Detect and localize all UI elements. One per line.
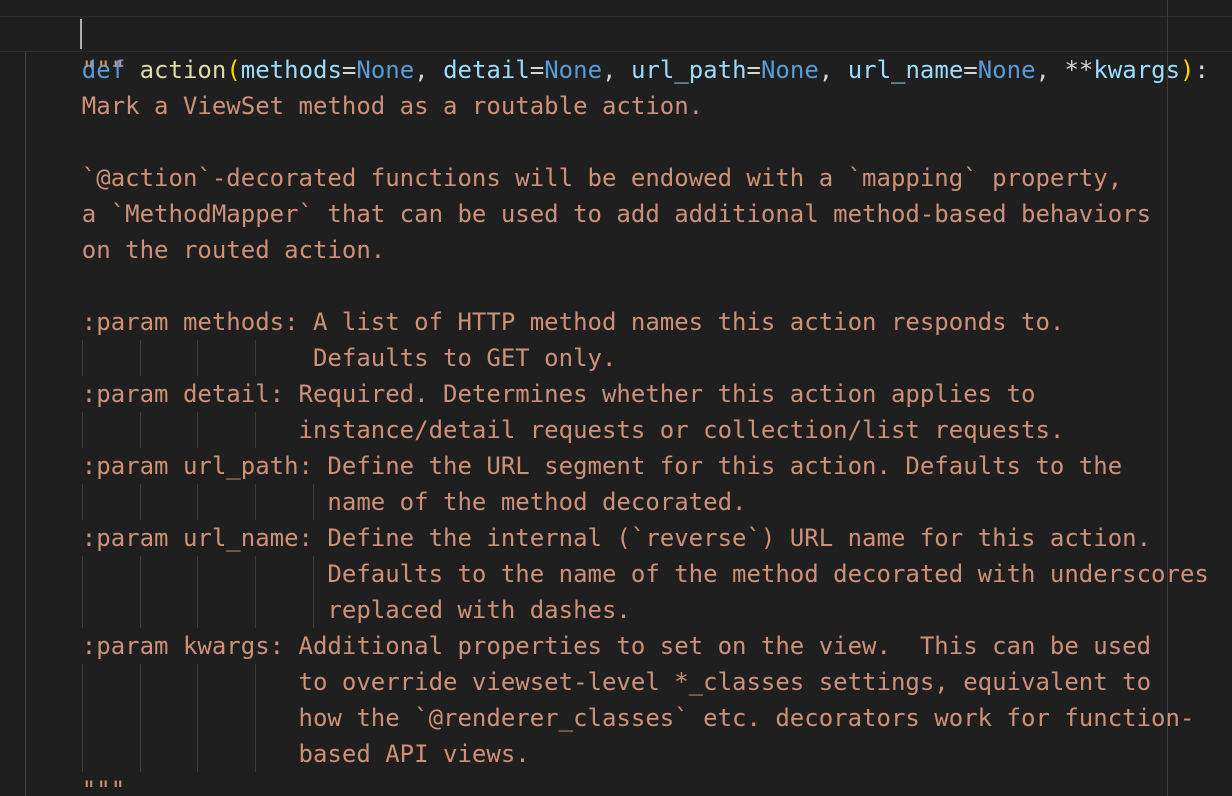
kwargs-param[interactable]: kwargs (1093, 56, 1180, 84)
param-detail[interactable]: detail (443, 56, 530, 84)
column-ruler (1167, 0, 1168, 796)
kwargs-operator: ** (1064, 56, 1094, 84)
colon: : (1194, 56, 1209, 84)
docstring-line[interactable]: on the routed action. (24, 232, 385, 268)
default-value: None (760, 56, 819, 84)
docstring-line[interactable]: :param methods: A list of HTTP method na… (24, 304, 1065, 340)
docstring-line[interactable]: `@action`-decorated functions will be en… (24, 160, 1122, 196)
docstring-line[interactable]: replaced with dashes. (24, 592, 630, 628)
docstring-line[interactable]: based API views. (24, 736, 530, 772)
default-value: None (544, 56, 603, 84)
docstring-line[interactable]: :param detail: Required. Determines whet… (24, 376, 1036, 412)
docstring-line[interactable]: :param url_path: Define the URL segment … (24, 448, 1122, 484)
signature-params: methods=None, detail=None, url_path=None… (241, 56, 1065, 84)
equals-operator: = (963, 56, 978, 84)
text-cursor (80, 19, 82, 49)
docstring-line[interactable]: """ (24, 52, 125, 88)
docstring-line[interactable]: Mark a ViewSet method as a routable acti… (24, 88, 703, 124)
param-url-path[interactable]: url_path (631, 56, 747, 84)
default-value: None (977, 56, 1036, 84)
code-line-signature[interactable]: def action(methods=None, detail=None, ur… (24, 16, 1209, 84)
equals-operator: = (746, 56, 761, 84)
docstring-line[interactable]: Defaults to GET only. (24, 340, 616, 376)
docstring-line[interactable]: :param kwargs: Additional properties to … (24, 628, 1151, 664)
param-methods[interactable]: methods (241, 56, 342, 84)
open-paren: ( (226, 56, 241, 84)
close-paren: ) (1180, 56, 1195, 84)
docstring-line[interactable]: """ (24, 772, 125, 796)
docstring-line[interactable]: name of the method decorated. (24, 484, 746, 520)
docstring-line[interactable]: a `MethodMapper` that can be used to add… (24, 196, 1151, 232)
param-separator: , (818, 56, 848, 84)
function-name[interactable]: action (140, 56, 227, 84)
docstring-line[interactable]: Defaults to the name of the method decor… (24, 556, 1208, 592)
docstring-line[interactable]: :param url_name: Define the internal (`r… (24, 520, 1151, 556)
param-url-name[interactable]: url_name (848, 56, 964, 84)
docstring-line[interactable]: to override viewset-level *_classes sett… (24, 664, 1152, 700)
equals-operator: = (529, 56, 545, 84)
docstring-line[interactable]: instance/detail requests or collection/l… (24, 412, 1065, 448)
equals-operator: = (341, 56, 357, 84)
docstring-line[interactable]: how the `@renderer_classes` etc. decorat… (24, 700, 1195, 736)
param-separator: , (414, 56, 444, 84)
param-separator: , (602, 56, 631, 84)
param-separator: , (1035, 56, 1065, 84)
code-editor[interactable]: def action(methods=None, detail=None, ur… (0, 0, 1232, 796)
default-value: None (356, 56, 415, 84)
